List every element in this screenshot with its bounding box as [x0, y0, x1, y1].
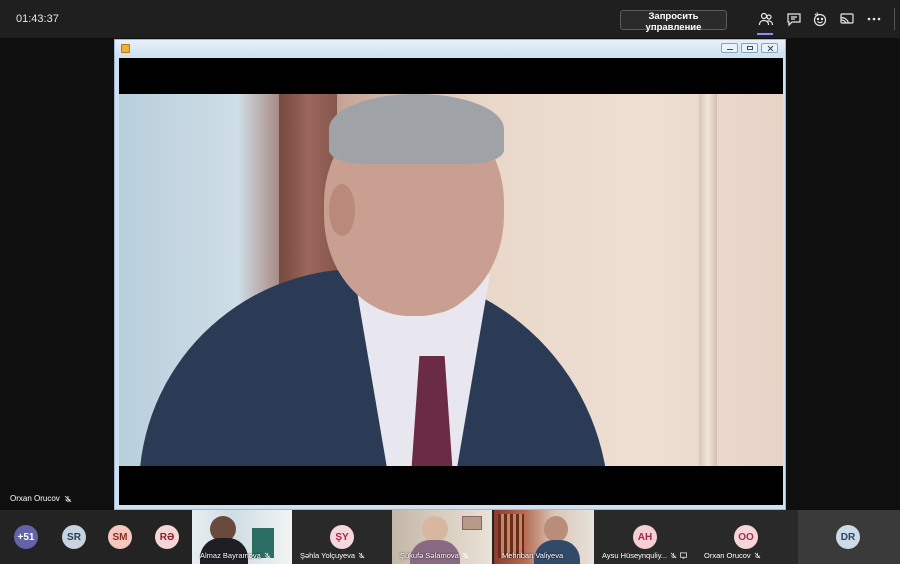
avatar: DR: [836, 525, 860, 549]
participant-name-text: Şəhla Yolçuyeva: [300, 551, 356, 560]
more-icon[interactable]: [866, 11, 882, 27]
player-title-bar[interactable]: [115, 40, 785, 56]
avatar-initials: ŞY: [335, 531, 349, 543]
mic-muted-icon: [64, 495, 72, 502]
participant-name-label: Şükufə Səlamova: [400, 551, 469, 560]
participant-name-text: Aysu Hüseynquliy...: [602, 551, 668, 560]
participant-tile-overflow[interactable]: +51: [0, 510, 52, 564]
background-object-shape: [462, 516, 482, 530]
active-tab-indicator: [757, 33, 773, 35]
meeting-top-bar: 01:43:37 Запросить управление: [0, 0, 900, 38]
mic-muted-icon: [754, 552, 761, 559]
participant-video-tile[interactable]: Şükufə Səlamova: [392, 510, 492, 564]
participant-tile-re[interactable]: RƏ: [144, 510, 192, 564]
speaker-hair: [329, 94, 504, 164]
minimize-button[interactable]: [721, 43, 738, 53]
participant-name-label: Mehriban Valiyeva: [502, 551, 563, 560]
participant-name-text: Mehriban Valiyeva: [502, 551, 564, 560]
participant-name-label: Orxan Orucov: [704, 551, 761, 560]
avatar-initials: DR: [840, 531, 856, 543]
mic-muted-icon: [358, 552, 365, 559]
screen-share-icon: [680, 552, 688, 559]
participant-video-tile[interactable]: Mehriban Valiyeva: [494, 510, 594, 564]
player-app-icon: [121, 44, 130, 53]
avatar-initials: OO: [738, 531, 754, 543]
avatar: AH: [633, 525, 657, 549]
avatar: SM: [108, 525, 132, 549]
avatar-initials: SM: [112, 531, 128, 543]
reactions-icon[interactable]: [812, 11, 828, 27]
presenter-name-text: Orxan Orucov: [10, 494, 60, 503]
share-icon[interactable]: [839, 11, 855, 27]
avatar-initials: RƏ: [159, 531, 175, 543]
avatar: ŞY: [330, 525, 354, 549]
participant-tile-sr[interactable]: SR: [52, 510, 98, 564]
participant-name-label: Aysu Hüseynquliy...: [602, 551, 688, 560]
participant-tile-dr[interactable]: DR: [798, 510, 900, 564]
meeting-timer: 01:43:37: [16, 13, 59, 25]
participant-strip: +51 SR SM RƏ Almaz Bayramova ŞY Şəhla Yo…: [0, 510, 900, 564]
restore-button[interactable]: [741, 43, 758, 53]
shared-media-player-window[interactable]: [114, 39, 786, 510]
overflow-count-badge[interactable]: +51: [14, 525, 38, 549]
avatar-initials: SR: [67, 531, 81, 543]
mic-muted-icon: [264, 552, 271, 559]
mic-muted-icon: [462, 552, 469, 559]
participant-tile-sy[interactable]: ŞY Şəhla Yolçuyeva: [292, 510, 392, 564]
participant-head-shape: [422, 516, 448, 542]
pillar-shape: [699, 94, 717, 466]
participant-tile-ah[interactable]: AH Aysu Hüseynquliy...: [594, 510, 696, 564]
participants-icon[interactable]: [758, 11, 774, 27]
avatar: OO: [734, 525, 758, 549]
mic-muted-icon: [670, 552, 677, 559]
participant-name-text: Şükufə Səlamova: [400, 551, 459, 560]
avatar: RƏ: [155, 525, 179, 549]
participant-name-text: Almaz Bayramova: [200, 551, 261, 560]
request-control-button[interactable]: Запросить управление: [620, 10, 727, 33]
avatar-initials: AH: [637, 531, 653, 543]
overflow-count-text: +51: [17, 531, 35, 543]
participant-name-label: Şəhla Yolçuyeva: [300, 551, 365, 560]
participant-video-tile[interactable]: Almaz Bayramova: [192, 510, 292, 564]
participant-head-shape: [544, 516, 568, 542]
video-frame[interactable]: [119, 58, 783, 505]
participant-name-label: Almaz Bayramova: [200, 551, 271, 560]
participant-tile-oo[interactable]: OO Orxan Orucov: [696, 510, 798, 564]
participant-name-text: Orxan Orucov: [704, 551, 751, 560]
chat-icon[interactable]: [786, 11, 802, 27]
video-scene: [119, 94, 783, 466]
close-button[interactable]: [761, 43, 778, 53]
participant-tile-sm[interactable]: SM: [98, 510, 144, 564]
speaker-ear: [329, 184, 355, 236]
avatar: SR: [62, 525, 86, 549]
topbar-divider: [894, 8, 895, 30]
presenter-name-label: Orxan Orucov: [10, 494, 72, 503]
